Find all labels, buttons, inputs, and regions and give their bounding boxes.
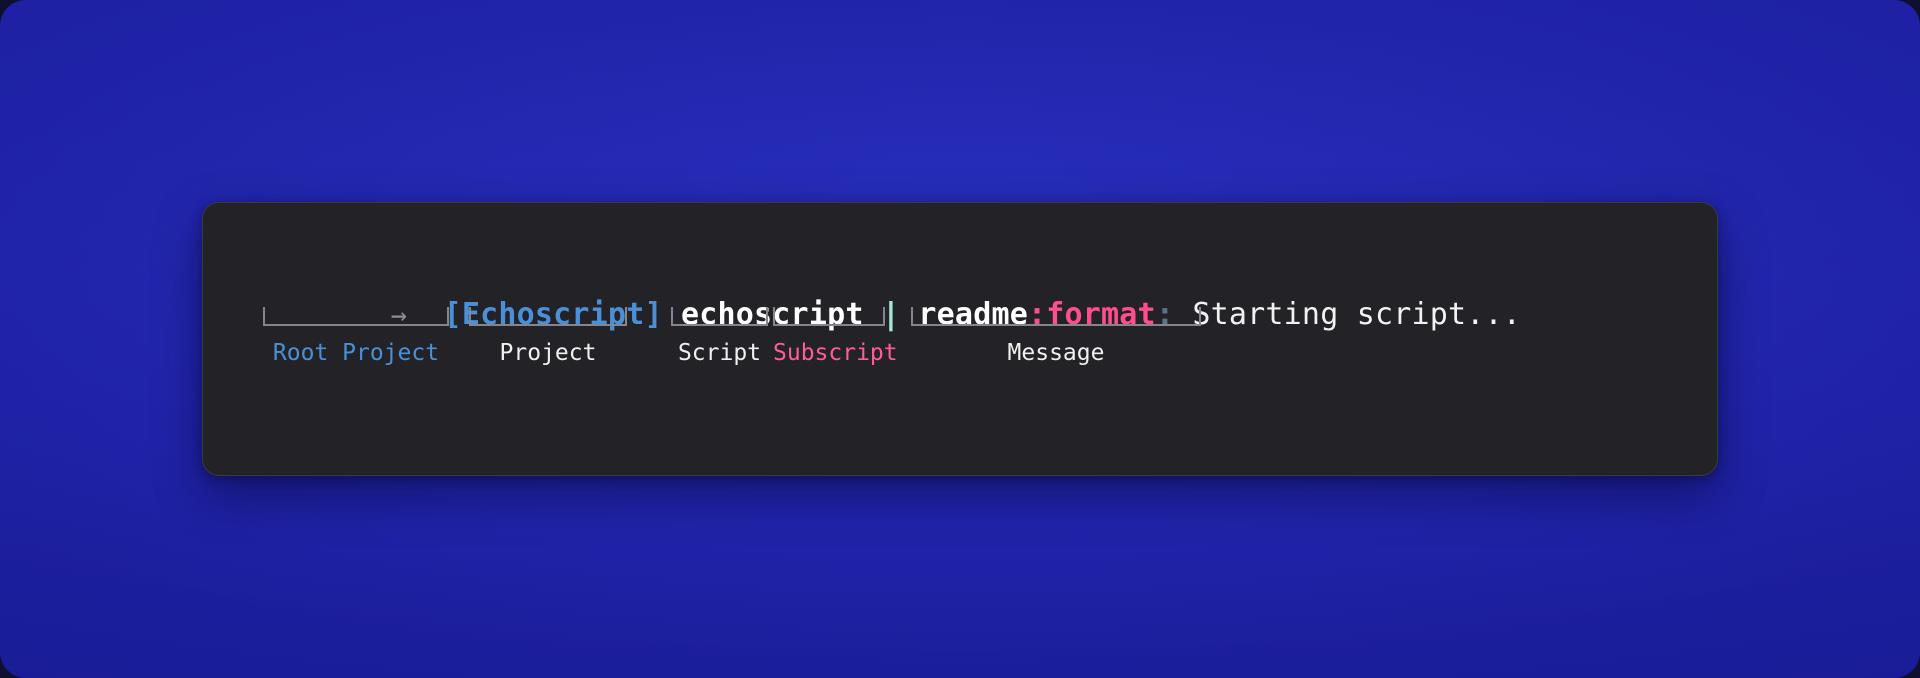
bracket-message <box>911 307 1201 326</box>
annotation-label-script: Script <box>677 340 762 366</box>
bracket-script <box>671 307 768 326</box>
page-canvas: → [Echoscript] echoscript | readme:forma… <box>0 0 1920 678</box>
bracket-subscript <box>773 307 885 326</box>
bracket-root-project <box>263 307 449 326</box>
bracket-project <box>469 307 627 326</box>
annotation-label-project: Project <box>499 340 597 366</box>
log-token-message: Starting script... <box>1192 297 1522 332</box>
annotation-label-message: Message <box>1007 340 1105 366</box>
annotation-label-subscript: Subscript <box>773 340 898 366</box>
log-line: → [Echoscript] echoscript | readme:forma… <box>281 258 1521 373</box>
annotation-label-root-project: Root Project <box>272 340 440 366</box>
terminal-log-card: → [Echoscript] echoscript | readme:forma… <box>202 202 1718 476</box>
